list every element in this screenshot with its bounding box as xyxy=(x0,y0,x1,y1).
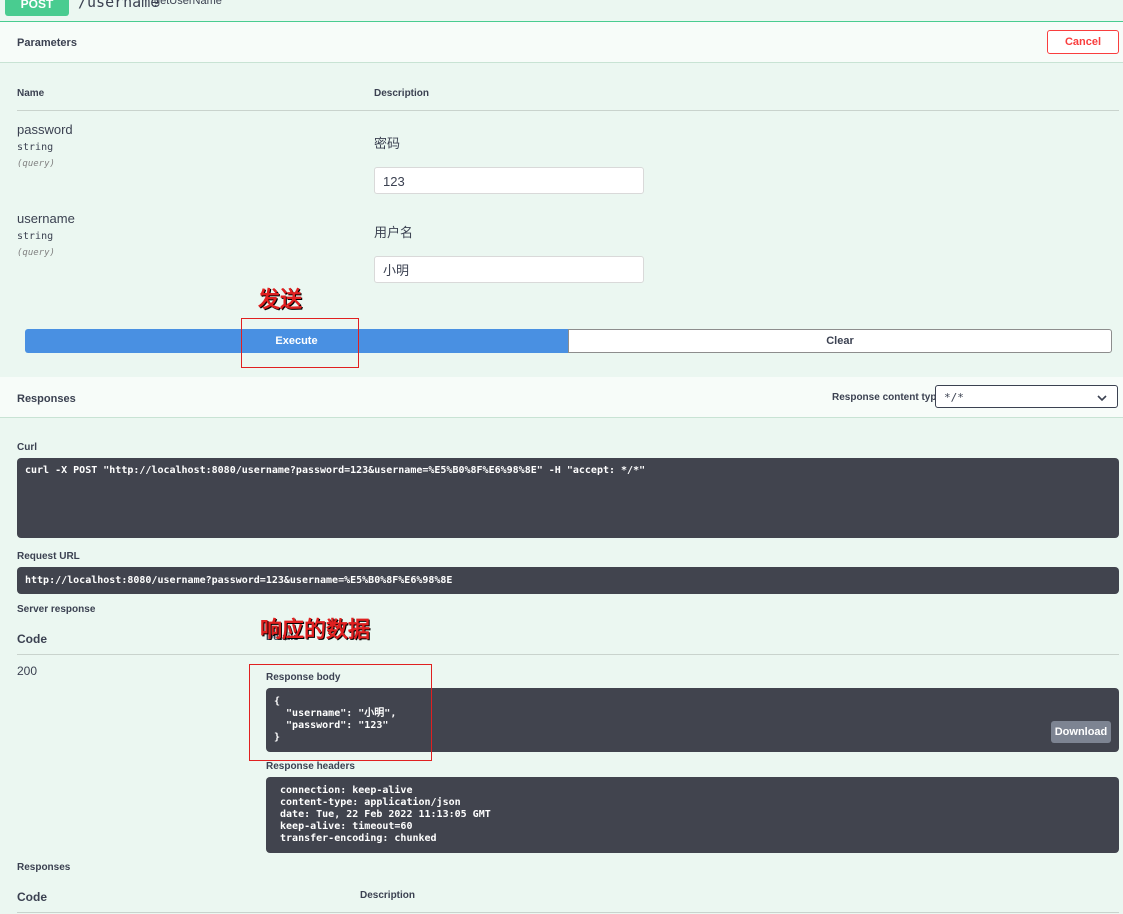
divider xyxy=(17,912,1119,913)
responses-title: Responses xyxy=(17,393,76,405)
param-type: string xyxy=(17,142,54,153)
content-type-label: Response content type xyxy=(832,392,943,403)
divider xyxy=(17,654,1119,655)
param-description-username: 用户名 xyxy=(374,225,414,240)
divider xyxy=(0,417,1123,418)
annotation-box-response xyxy=(249,664,432,761)
param-type: string xyxy=(17,231,54,242)
response-header-line: transfer-encoding: chunked xyxy=(274,833,443,844)
request-url-label: Request URL xyxy=(17,551,80,562)
bottom-code-header: Code xyxy=(17,890,47,904)
parameters-title: Parameters xyxy=(17,37,77,49)
curl-code-block[interactable]: curl -X POST "http://localhost:8080/user… xyxy=(17,458,1119,538)
curl-command: curl -X POST "http://localhost:8080/user… xyxy=(25,465,646,476)
response-headers-label: Response headers xyxy=(266,761,355,772)
content-type-value: */* xyxy=(944,391,964,404)
col-description-header: Description xyxy=(374,88,430,99)
content-type-select[interactable]: */* xyxy=(935,385,1118,408)
download-button[interactable]: Download xyxy=(1051,721,1111,743)
username-input[interactable]: 小明 xyxy=(374,256,644,283)
divider xyxy=(0,62,1123,63)
parameters-header xyxy=(0,22,1123,62)
annotation-response-data: 响应的数据 xyxy=(260,618,371,643)
annotation-box-execute xyxy=(241,318,359,368)
col-name-header: Name xyxy=(17,88,45,99)
param-in: (query) xyxy=(17,248,55,258)
response-headers-block[interactable]: connection: keep-alive content-type: app… xyxy=(266,777,1119,853)
param-in: (query) xyxy=(17,159,55,169)
operation-summary: getUserName xyxy=(154,0,222,7)
response-header-line: keep-alive: timeout=60 xyxy=(274,821,419,832)
status-code: 200 xyxy=(17,664,38,678)
request-url: http://localhost:8080/username?password=… xyxy=(25,575,453,586)
cancel-button[interactable]: Cancel xyxy=(1047,30,1119,54)
annotation-send: 发送 xyxy=(258,288,303,313)
response-header-line: date: Tue, 22 Feb 2022 11:13:05 GMT xyxy=(274,809,497,820)
response-header-line: content-type: application/json xyxy=(274,797,467,808)
method-badge: POST xyxy=(5,0,69,16)
bottom-responses-title: Responses xyxy=(17,862,71,873)
operation-path: /username xyxy=(78,0,160,11)
response-header-line: connection: keep-alive xyxy=(274,785,419,796)
param-description-password: 密码 xyxy=(374,136,401,151)
request-url-block[interactable]: http://localhost:8080/username?password=… xyxy=(17,567,1119,594)
clear-button[interactable]: Clear xyxy=(568,329,1112,353)
divider xyxy=(17,110,1119,111)
curl-label: Curl xyxy=(17,442,37,453)
bottom-description-header: Description xyxy=(360,890,416,901)
code-header: Code xyxy=(17,632,47,646)
param-name-username: username xyxy=(17,211,75,226)
param-name-password: password xyxy=(17,122,73,137)
server-response-label: Server response xyxy=(17,604,96,615)
chevron-down-icon xyxy=(1097,386,1107,409)
password-input[interactable]: 123 xyxy=(374,167,644,194)
